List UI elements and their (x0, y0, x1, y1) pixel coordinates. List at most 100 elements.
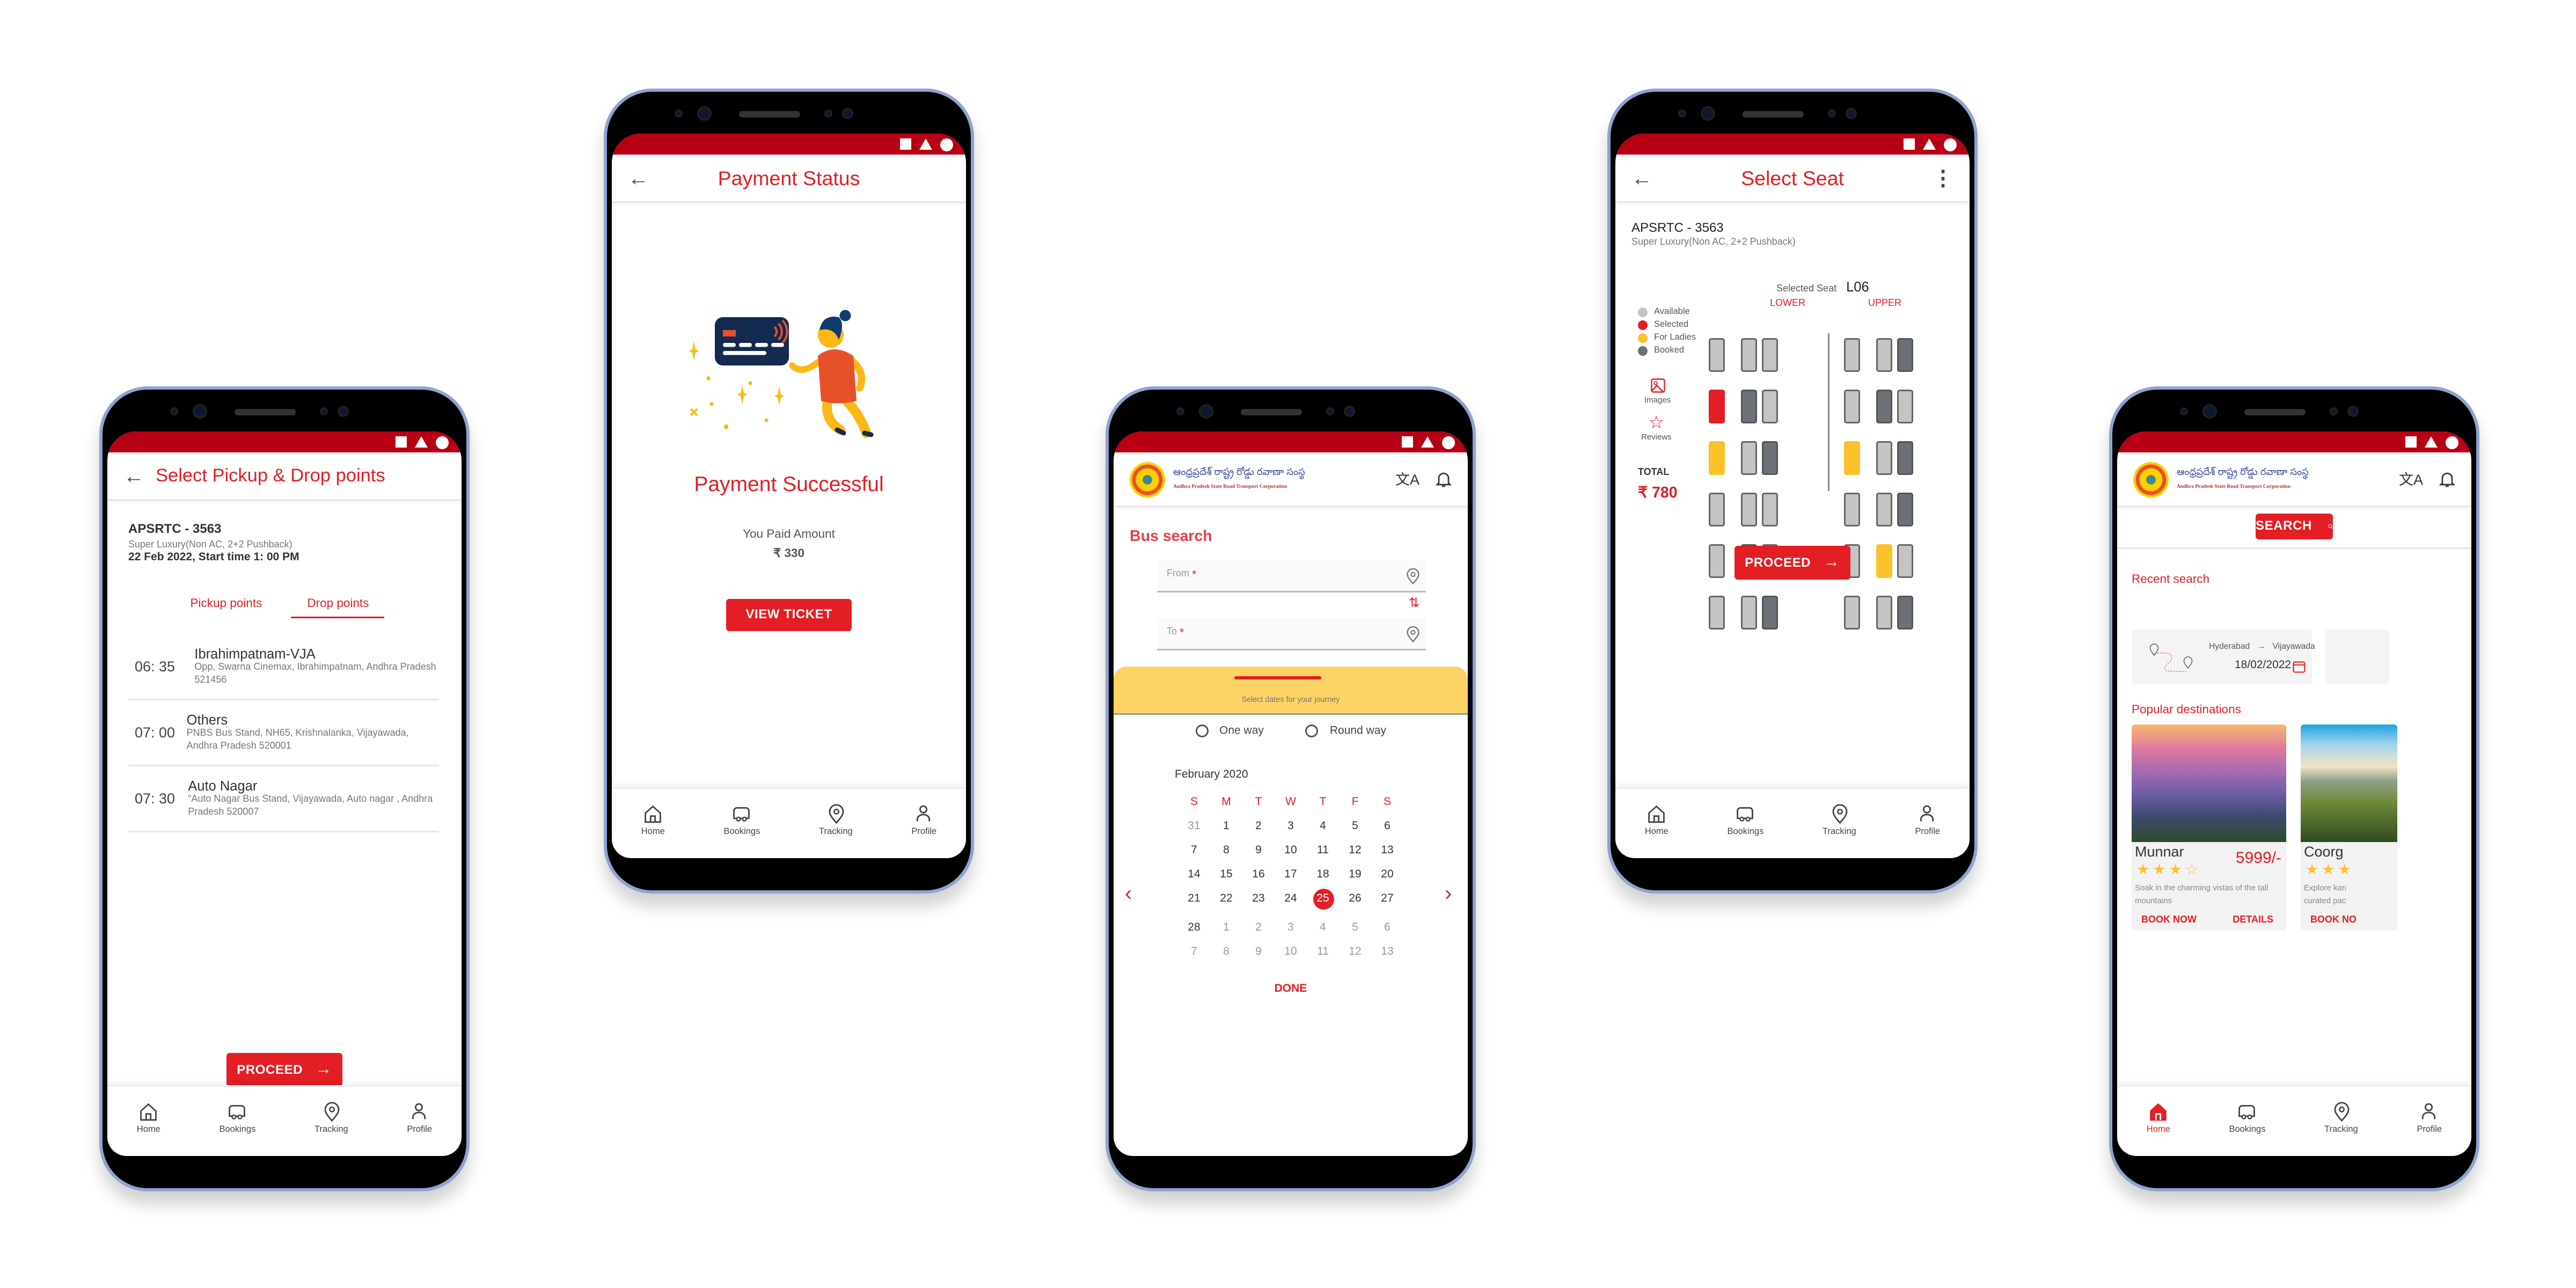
calendar-day[interactable]: 18 (1307, 869, 1339, 881)
nav-item-tracking[interactable]: Tracking (314, 1101, 348, 1135)
lower-seat-available[interactable] (1762, 338, 1778, 372)
calendar-day[interactable]: 9 (1242, 845, 1275, 857)
calendar-day[interactable]: 3 (1275, 821, 1307, 832)
recent-search-card-partial[interactable] (2325, 630, 2389, 684)
more-vert-icon[interactable]: ⋮ (1933, 165, 1953, 191)
calendar-day[interactable]: 5 (1339, 923, 1371, 934)
upper-seat-available[interactable] (1876, 493, 1892, 526)
nav-item-profile[interactable]: Profile (407, 1101, 432, 1135)
calendar-day[interactable]: 24 (1275, 894, 1307, 910)
calendar-day[interactable]: 4 (1307, 821, 1339, 832)
calendar-day[interactable]: 2 (1242, 821, 1275, 832)
calendar-day[interactable]: 13 (1371, 845, 1403, 857)
upper-seat-ladies[interactable] (1844, 441, 1860, 475)
upper-seat-available[interactable] (1844, 338, 1860, 372)
nav-item-bookings[interactable]: Bookings (2229, 1101, 2265, 1135)
view-ticket-button[interactable]: VIEW TICKET (726, 598, 852, 631)
translate-icon[interactable]: 文A (1395, 469, 1419, 489)
done-button[interactable]: DONE (1114, 984, 1468, 995)
lower-seat-available[interactable] (1741, 493, 1757, 526)
reviews-action[interactable]: ☆ Reviews (1641, 415, 1672, 443)
calendar-day[interactable]: 26 (1339, 894, 1371, 910)
proceed-button[interactable]: PROCEED → (1735, 546, 1850, 580)
upper-seat-available[interactable] (1844, 596, 1860, 630)
calendar-day[interactable]: 7 (1178, 947, 1210, 958)
lower-seat-available[interactable] (1741, 338, 1757, 372)
lower-seat-available[interactable] (1709, 596, 1725, 630)
calendar-day[interactable]: 7 (1178, 845, 1210, 857)
calendar-day[interactable]: 9 (1242, 947, 1275, 958)
tab-pickup-points[interactable]: Pickup points (184, 596, 269, 618)
nav-item-profile[interactable]: Profile (2417, 1101, 2442, 1135)
calendar-day[interactable]: 10 (1275, 947, 1307, 958)
lower-seat-available[interactable] (1709, 493, 1725, 526)
nav-item-tracking[interactable]: Tracking (819, 803, 853, 837)
calendar-day[interactable]: 8 (1210, 947, 1242, 958)
list-item[interactable]: 06: 35 Ibrahimpatnam-VJA Opp, Swarna Cin… (128, 634, 439, 700)
calendar-day[interactable]: 2 (1242, 923, 1275, 934)
book-now-button[interactable]: BOOK NO (2310, 916, 2357, 926)
translate-icon[interactable]: 文A (2399, 469, 2423, 489)
upper-seat-available[interactable] (1876, 338, 1892, 372)
destination-card-coorg[interactable]: Coorg ★★★ Explore karn curated pac BOOK N… (2301, 724, 2397, 931)
nav-item-home[interactable]: Home (2147, 1101, 2170, 1135)
lower-seat-available[interactable] (1709, 338, 1725, 372)
nav-item-bookings[interactable]: Bookings (219, 1101, 255, 1135)
images-action[interactable]: Images (1644, 378, 1671, 406)
upper-seat-available[interactable] (1897, 390, 1913, 423)
calendar-day[interactable]: 22 (1210, 894, 1242, 910)
nav-item-home[interactable]: Home (1645, 803, 1668, 837)
calendar-day[interactable]: 17 (1275, 869, 1307, 881)
calendar-day[interactable]: 12 (1339, 845, 1371, 857)
calendar-day[interactable]: 21 (1178, 894, 1210, 910)
upper-seat-available[interactable] (1876, 441, 1892, 475)
calendar-day[interactable]: 13 (1371, 947, 1403, 958)
back-arrow-icon[interactable]: ← (123, 464, 149, 488)
details-button[interactable]: DETAILS (2233, 916, 2273, 926)
nav-item-bookings[interactable]: Bookings (723, 803, 760, 837)
calendar-day[interactable]: 6 (1371, 821, 1403, 832)
calendar-day[interactable]: 28 (1178, 923, 1210, 934)
proceed-button[interactable]: PROCEED → (226, 1053, 342, 1087)
destination-card-munnar[interactable]: Munnar 5999/- ★★★☆ Soak in the charming … (2132, 724, 2286, 931)
upper-seat-available[interactable] (1844, 390, 1860, 423)
calendar-day[interactable]: 1 (1210, 923, 1242, 934)
calendar-day[interactable]: 8 (1210, 845, 1242, 857)
list-item[interactable]: 07: 00 Others PNBS Bus Stand, NH65, Kris… (128, 700, 439, 766)
calendar-day[interactable]: 4 (1307, 923, 1339, 934)
calendar-day[interactable]: 15 (1210, 869, 1242, 881)
bell-icon[interactable] (1436, 470, 1452, 488)
lower-seat-available[interactable] (1762, 493, 1778, 526)
upper-seat-available[interactable] (1844, 493, 1860, 526)
lower-seat-available[interactable] (1741, 441, 1757, 475)
nav-item-profile[interactable]: Profile (911, 803, 936, 837)
prev-month-icon[interactable]: ‹ (1125, 881, 1132, 905)
calendar-day[interactable]: 19 (1339, 869, 1371, 881)
lower-seat-ladies[interactable] (1709, 441, 1725, 475)
from-field[interactable]: From * (1157, 560, 1426, 592)
calendar-day[interactable]: 14 (1178, 869, 1210, 881)
nav-item-home[interactable]: Home (137, 1101, 160, 1135)
calendar-day[interactable]: 11 (1307, 845, 1339, 857)
one-way-radio[interactable]: One way (1195, 724, 1264, 737)
sheet-drag-handle[interactable] (1234, 676, 1321, 679)
calendar-day[interactable]: 27 (1371, 894, 1403, 910)
calendar-day[interactable]: 12 (1339, 947, 1371, 958)
swap-icon[interactable]: ⇅ (1114, 596, 1419, 612)
nav-item-bookings[interactable]: Bookings (1727, 803, 1763, 837)
bell-icon[interactable] (2439, 470, 2455, 488)
calendar-day[interactable]: 5 (1339, 821, 1371, 832)
nav-item-tracking[interactable]: Tracking (1823, 803, 1856, 837)
nav-item-profile[interactable]: Profile (1915, 803, 1940, 837)
calendar-day-selected[interactable]: 25 (1307, 889, 1339, 910)
lower-seat-available[interactable] (1762, 390, 1778, 423)
tab-drop-points[interactable]: Drop points (291, 596, 385, 618)
round-way-radio[interactable]: Round way (1305, 724, 1386, 737)
next-month-icon[interactable]: › (1445, 881, 1452, 905)
calendar-day[interactable]: 20 (1371, 869, 1403, 881)
calendar-day[interactable]: 16 (1242, 869, 1275, 881)
upper-seat-available[interactable] (1876, 596, 1892, 630)
calendar-day[interactable]: 11 (1307, 947, 1339, 958)
lower-seat-available[interactable] (1741, 596, 1757, 630)
search-button[interactable]: SEARCH (2256, 513, 2333, 539)
